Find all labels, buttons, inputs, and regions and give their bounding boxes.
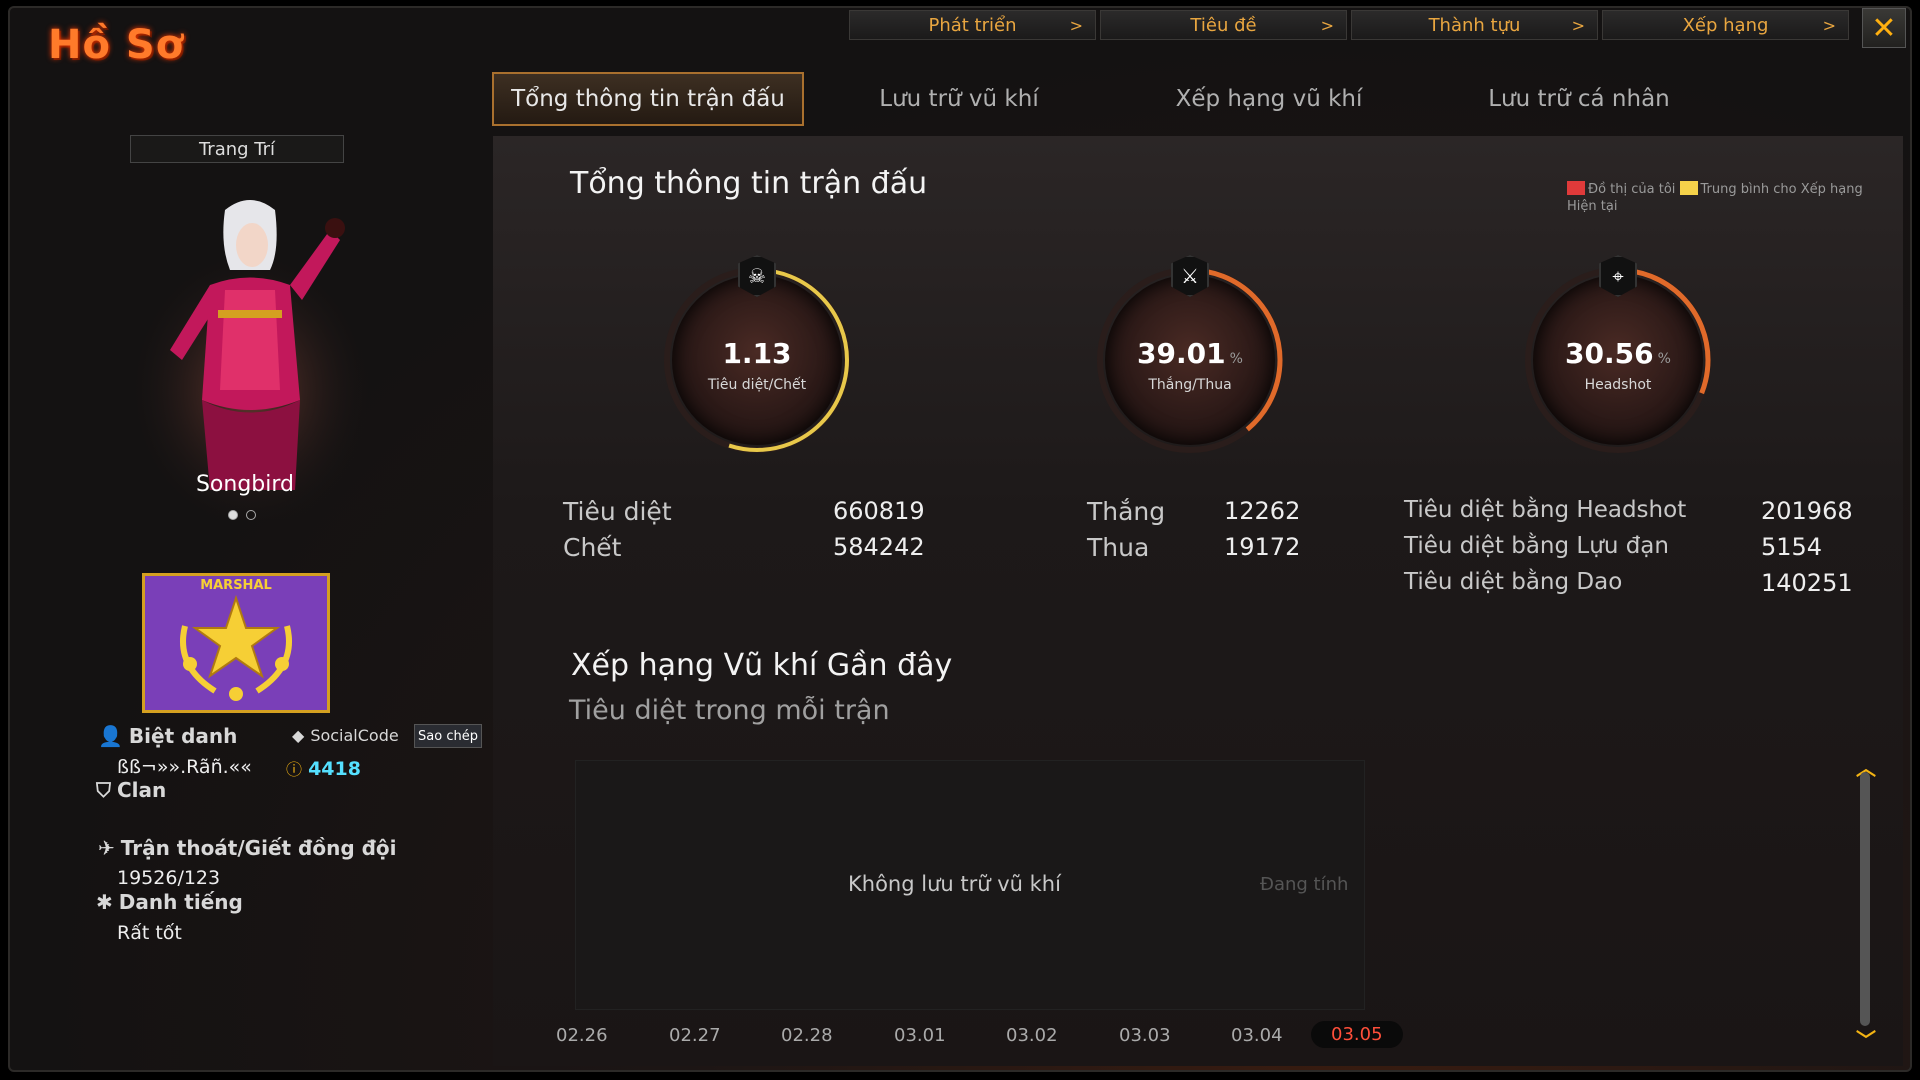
rank-star-icon: [180, 594, 292, 701]
topnav-title-button[interactable]: Tiêu đề >: [1100, 10, 1347, 40]
grenade-kills-label: Tiêu diệt bằng Lựu đạn: [1404, 533, 1669, 559]
wins-label: Thắng: [1087, 497, 1166, 526]
date-tick[interactable]: 02.28: [781, 1025, 833, 1046]
clan-label: ⛉ Clan: [96, 778, 166, 802]
summary-title: Tổng thông tin trận đấu: [570, 166, 928, 201]
label-text: Danh tiếng: [118, 890, 243, 914]
headshot-kills-label: Tiêu diệt bằng Headshot: [1404, 497, 1687, 523]
label-text: Clan: [117, 778, 167, 802]
person-icon: 👤: [98, 724, 123, 748]
scroll-down-icon[interactable]: ﹀: [1856, 1024, 1876, 1053]
window-title: Hồ Sơ: [48, 22, 185, 68]
rank-badge-label: MARSHAL: [200, 578, 272, 593]
scrollbar[interactable]: [1860, 772, 1870, 1026]
carousel-dot[interactable]: [228, 510, 238, 520]
legend-mine-label: Đồ thị của tôi: [1588, 182, 1676, 197]
gauge-unit: %: [1657, 351, 1671, 367]
tag-icon: ◆: [292, 726, 305, 745]
wins-value: 12262: [1224, 497, 1301, 525]
date-tick[interactable]: 02.27: [669, 1025, 721, 1046]
no-weapon-data: Không lưu trữ vũ khí: [848, 872, 1061, 896]
deaths-label: Chết: [563, 533, 622, 562]
tab-match-summary[interactable]: Tổng thông tin trận đấu: [492, 72, 804, 126]
tab-bar: Tổng thông tin trận đấu Lưu trữ vũ khí X…: [492, 72, 1734, 126]
close-button[interactable]: ✕: [1862, 8, 1906, 48]
gauge-unit: %: [1229, 351, 1243, 367]
winloss-gauge: ⚔ 39.01% Thắng/Thua: [1085, 255, 1295, 465]
label-text: Biệt danh: [128, 724, 238, 748]
losses-value: 19172: [1224, 533, 1301, 561]
reputation-label: ✱ Danh tiếng: [96, 890, 243, 914]
socialcode-value: ⓘ 4418: [286, 756, 361, 780]
rank-badge: MARSHAL: [142, 573, 330, 713]
gauge-number: 39.01: [1137, 337, 1226, 370]
date-tick[interactable]: 03.04: [1231, 1025, 1283, 1046]
headshot-kills-value: 201968: [1761, 497, 1853, 525]
gauge-label: Thắng/Thua: [1148, 377, 1232, 393]
date-tick[interactable]: 03.02: [1006, 1025, 1058, 1046]
chevron-right-icon: >: [1571, 15, 1585, 35]
label-text: Trận thoát/Giết đồng đội: [120, 836, 397, 860]
calculating-text: Đang tính: [1260, 874, 1349, 895]
topnav-ranking-button[interactable]: Xếp hạng >: [1602, 10, 1849, 40]
reputation-value: Rất tốt: [117, 922, 182, 944]
close-icon: ✕: [1871, 10, 1897, 46]
topnav-achievement-button[interactable]: Thành tựu >: [1351, 10, 1598, 40]
kills-label: Tiêu diệt: [563, 497, 672, 526]
date-tick[interactable]: 02.26: [556, 1025, 608, 1046]
date-tick-active[interactable]: 03.05: [1311, 1021, 1403, 1048]
character-name: Songbird: [195, 472, 295, 497]
escape-teamkill-label: ✈ Trận thoát/Giết đồng đội: [98, 836, 397, 860]
headshot-gauge: ⌖ 30.56% Headshot: [1513, 255, 1723, 465]
running-icon: ✈: [98, 836, 115, 860]
label-text: SocialCode: [310, 726, 399, 745]
character-portrait: [130, 200, 370, 520]
nickname-value: ßß¬»».Rãñ.««: [117, 756, 252, 778]
losses-label: Thua: [1087, 533, 1150, 562]
shield-icon: ⛉: [96, 778, 111, 802]
gauge-value: 39.01%: [1085, 337, 1295, 370]
gauge-number: 1.13: [722, 337, 792, 370]
socialcode-label: ◆ SocialCode: [292, 726, 399, 745]
nickname-label: 👤 Biệt danh: [98, 724, 237, 748]
deaths-value: 584242: [833, 533, 925, 561]
chevron-right-icon: >: [1822, 15, 1836, 35]
gauge-label: Tiêu diệt/Chết: [707, 377, 807, 393]
topnav-label: Tiêu đề: [1190, 14, 1257, 36]
knife-kills-value: 140251: [1761, 569, 1853, 597]
gear-icon: ✱: [96, 890, 113, 914]
date-tick[interactable]: 03.01: [894, 1025, 946, 1046]
help-icon[interactable]: ⓘ: [286, 760, 302, 779]
topnav-label: Phát triển: [928, 14, 1017, 36]
grenade-kills-value: 5154: [1761, 533, 1823, 561]
copy-button[interactable]: Sao chép: [414, 724, 482, 748]
gauge-value: 1.13: [652, 337, 862, 370]
tab-weapon-ranking[interactable]: Xếp hạng vũ khí: [1114, 72, 1424, 126]
chevron-right-icon: >: [1320, 15, 1334, 35]
topnav-label: Thành tựu: [1428, 14, 1521, 36]
topnav-development-button[interactable]: Phát triển >: [849, 10, 1096, 40]
decorate-button[interactable]: Trang Trí: [130, 135, 344, 163]
gauge-value: 30.56%: [1513, 337, 1723, 370]
carousel-dot[interactable]: [246, 510, 256, 520]
weapons-title: Xếp hạng Vũ khí Gần đây: [571, 648, 953, 683]
legend-mine-swatch: [1567, 181, 1585, 195]
legend-avg-swatch: [1679, 181, 1698, 195]
chevron-right-icon: >: [1069, 15, 1083, 35]
socialcode-number: 4418: [308, 758, 361, 780]
gauge-number: 30.56: [1565, 337, 1654, 370]
top-nav: Phát triển > Tiêu đề > Thành tựu > Xếp hạng…: [849, 10, 1849, 40]
weapons-subtitle: Tiêu diệt trong mỗi trận: [569, 695, 890, 726]
tab-weapon-archive[interactable]: Lưu trữ vũ khí: [804, 72, 1114, 126]
gauge-label: Headshot: [1584, 377, 1652, 393]
carousel-dots: [228, 510, 256, 520]
kills-value: 660819: [833, 497, 925, 525]
escape-teamkill-value: 19526/123: [117, 867, 221, 889]
knife-kills-label: Tiêu diệt bằng Dao: [1404, 569, 1623, 595]
kd-gauge: ☠ 1.13 Tiêu diệt/Chết: [652, 255, 862, 465]
date-tick[interactable]: 03.03: [1119, 1025, 1171, 1046]
tab-personal-archive[interactable]: Lưu trữ cá nhân: [1424, 72, 1734, 126]
legend: Đồ thị của tôi Trung bình cho Xếp hạng H…: [1567, 181, 1887, 215]
topnav-label: Xếp hạng: [1682, 14, 1769, 36]
